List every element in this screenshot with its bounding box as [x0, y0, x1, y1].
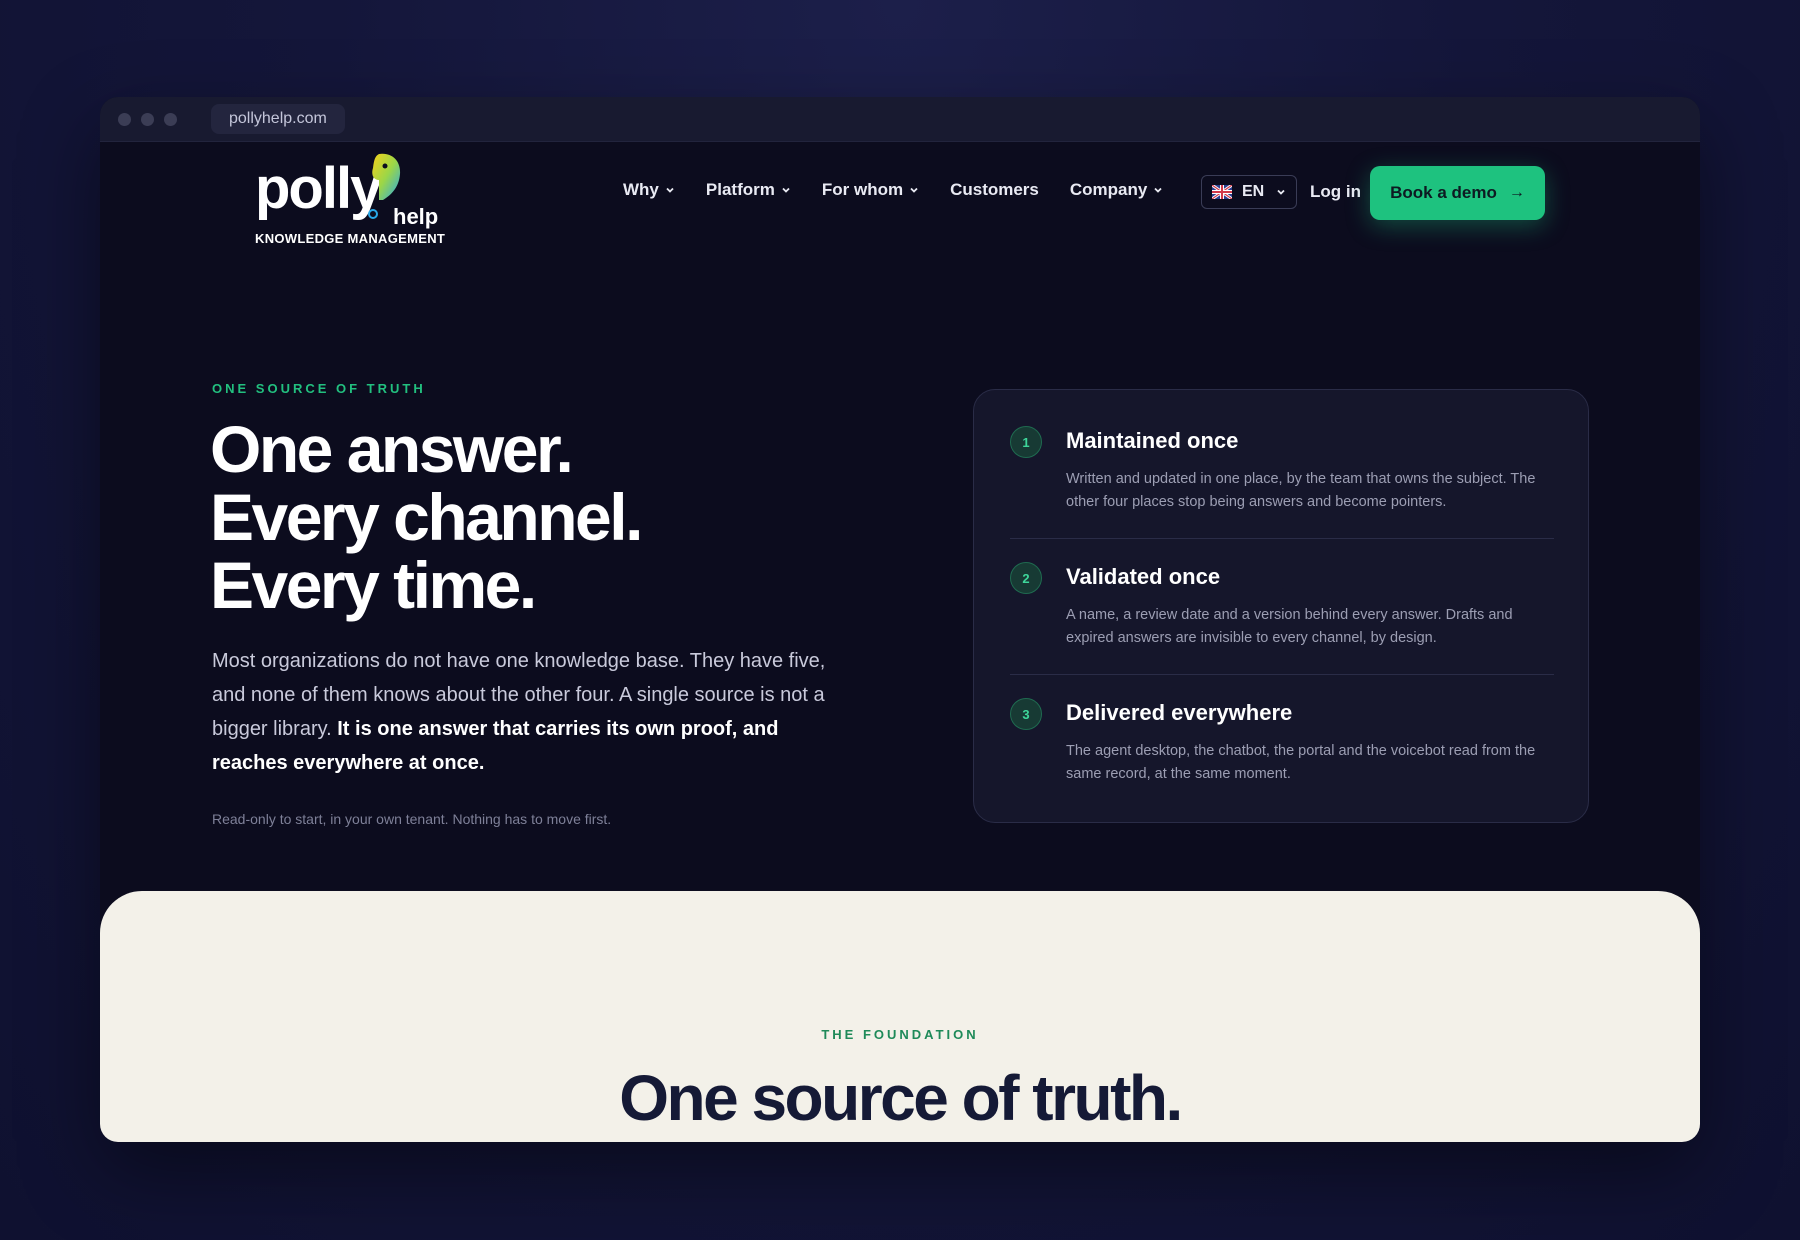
nav-item-label: Company [1069, 180, 1148, 199]
nav-item-label: For whom [821, 180, 904, 199]
window-minimize-dot[interactable] [141, 112, 154, 126]
chevron-down-icon [666, 187, 674, 193]
headline-line: Every time. [210, 548, 537, 622]
step-title: Maintained once [1066, 428, 1239, 453]
language-value: EN [1242, 183, 1265, 200]
browser-chrome: pollyhelp.com [100, 97, 1700, 142]
chevron-down-icon [782, 187, 790, 193]
browser-window: pollyhelp.com polly help KNOWLEDGE MANAG… [100, 97, 1700, 1142]
foundation-title: One source of truth. [619, 1062, 1183, 1134]
hero-headline: One answer. Every channel. Every time. [210, 412, 643, 622]
headline-line: Every channel. [210, 480, 643, 554]
nav-item-label: Why [623, 180, 659, 199]
step-description: A name, a review date and a version behi… [1066, 607, 1513, 646]
divider [1010, 538, 1554, 539]
chevron-down-icon [1154, 187, 1162, 193]
book-demo-button[interactable]: Book a demo → [1370, 166, 1545, 220]
foundation-section: THE FOUNDATION One source of truth. [100, 891, 1700, 1142]
site-header: polly help KNOWLEDGE MANAGEMENT Why Plat… [100, 142, 1700, 262]
divider [1010, 674, 1554, 675]
arrow-right-icon: → [1508, 184, 1525, 201]
hero-lead: Most organizations do not have one knowl… [212, 644, 842, 780]
chevron-down-icon [910, 187, 918, 193]
step-description: The agent desktop, the chatbot, the port… [1066, 743, 1536, 782]
language-select[interactable]: EN [1201, 175, 1297, 209]
book-demo-label: Book a demo [1390, 183, 1497, 202]
hero-note: Read-only to start, in your own tenant. … [212, 811, 612, 827]
steps-card: 1 Maintained once Written and updated in… [973, 389, 1589, 823]
nav-item-company[interactable]: Company [1070, 180, 1163, 200]
hero-eyebrow: ONE SOURCE OF TRUTH [212, 381, 426, 396]
nav-item-why[interactable]: Why [623, 180, 675, 200]
nav-item-label: Platform [705, 180, 775, 199]
nav-item-label: Customers [950, 180, 1039, 199]
step-number-badge: 1 [1010, 426, 1042, 458]
nav-item-for-whom[interactable]: For whom [822, 180, 919, 200]
foundation-eyebrow: THE FOUNDATION [821, 1027, 979, 1042]
main-nav: Why Platform For whom Customers Company [623, 180, 1194, 200]
step-number-badge: 2 [1010, 562, 1042, 594]
polly-help-logo[interactable]: polly help KNOWLEDGE MANAGEMENT [255, 150, 455, 250]
window-close-dot[interactable] [118, 112, 131, 126]
logo-tagline: KNOWLEDGE MANAGEMENT [255, 231, 446, 246]
step-description: Written and updated in one place, by the… [1066, 471, 1536, 510]
nav-item-customers[interactable]: Customers [950, 180, 1039, 200]
headline-line: One answer. [210, 412, 574, 486]
window-maximize-dot[interactable] [164, 112, 177, 126]
step-title: Delivered everywhere [1066, 700, 1293, 725]
nav-item-platform[interactable]: Platform [706, 180, 791, 200]
chevron-down-icon [1277, 189, 1285, 195]
logo-help: help [393, 204, 439, 229]
address-bar[interactable]: pollyhelp.com [211, 104, 345, 134]
logo-word: polly [255, 156, 382, 221]
step-number-badge: 3 [1010, 698, 1042, 730]
step-title: Validated once [1066, 564, 1221, 589]
login-link[interactable]: Log in [1310, 182, 1361, 202]
uk-flag-icon [1212, 185, 1232, 199]
